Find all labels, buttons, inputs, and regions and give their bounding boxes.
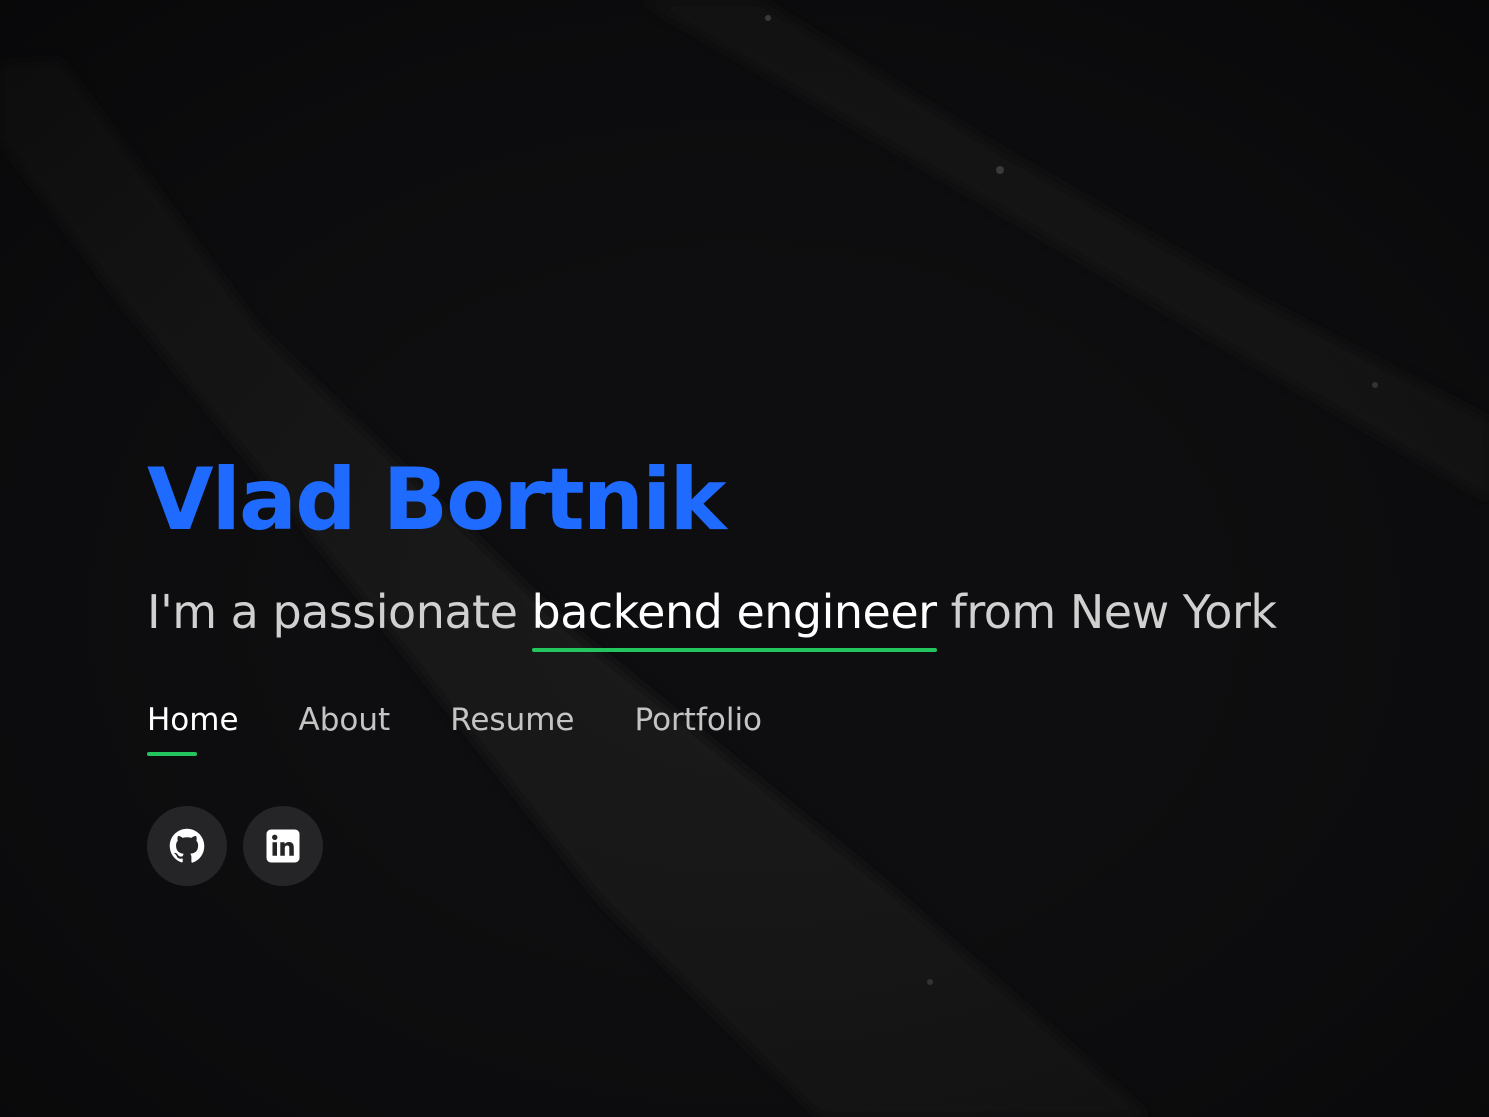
nav-home[interactable]: Home: [147, 700, 239, 756]
nav-portfolio[interactable]: Portfolio: [635, 700, 763, 740]
hero-name: Vlad Bortnik: [147, 450, 727, 550]
tagline-highlight: backend engineer: [531, 582, 937, 652]
linkedin-button[interactable]: [243, 806, 323, 886]
github-button[interactable]: [147, 806, 227, 886]
nav-about[interactable]: About: [299, 700, 391, 740]
hero-section: Vlad Bortnik I'm a passionate backend en…: [147, 450, 1277, 886]
tagline-suffix: from New York: [936, 585, 1277, 639]
social-links: [147, 806, 1277, 886]
linkedin-icon: [266, 829, 300, 863]
main-nav: Home About Resume Portfolio: [147, 700, 1277, 756]
hero-tagline: I'm a passionate backend engineer from N…: [147, 582, 1277, 652]
tagline-prefix: I'm a passionate: [147, 585, 532, 639]
nav-resume[interactable]: Resume: [450, 700, 574, 740]
github-icon: [169, 828, 205, 863]
